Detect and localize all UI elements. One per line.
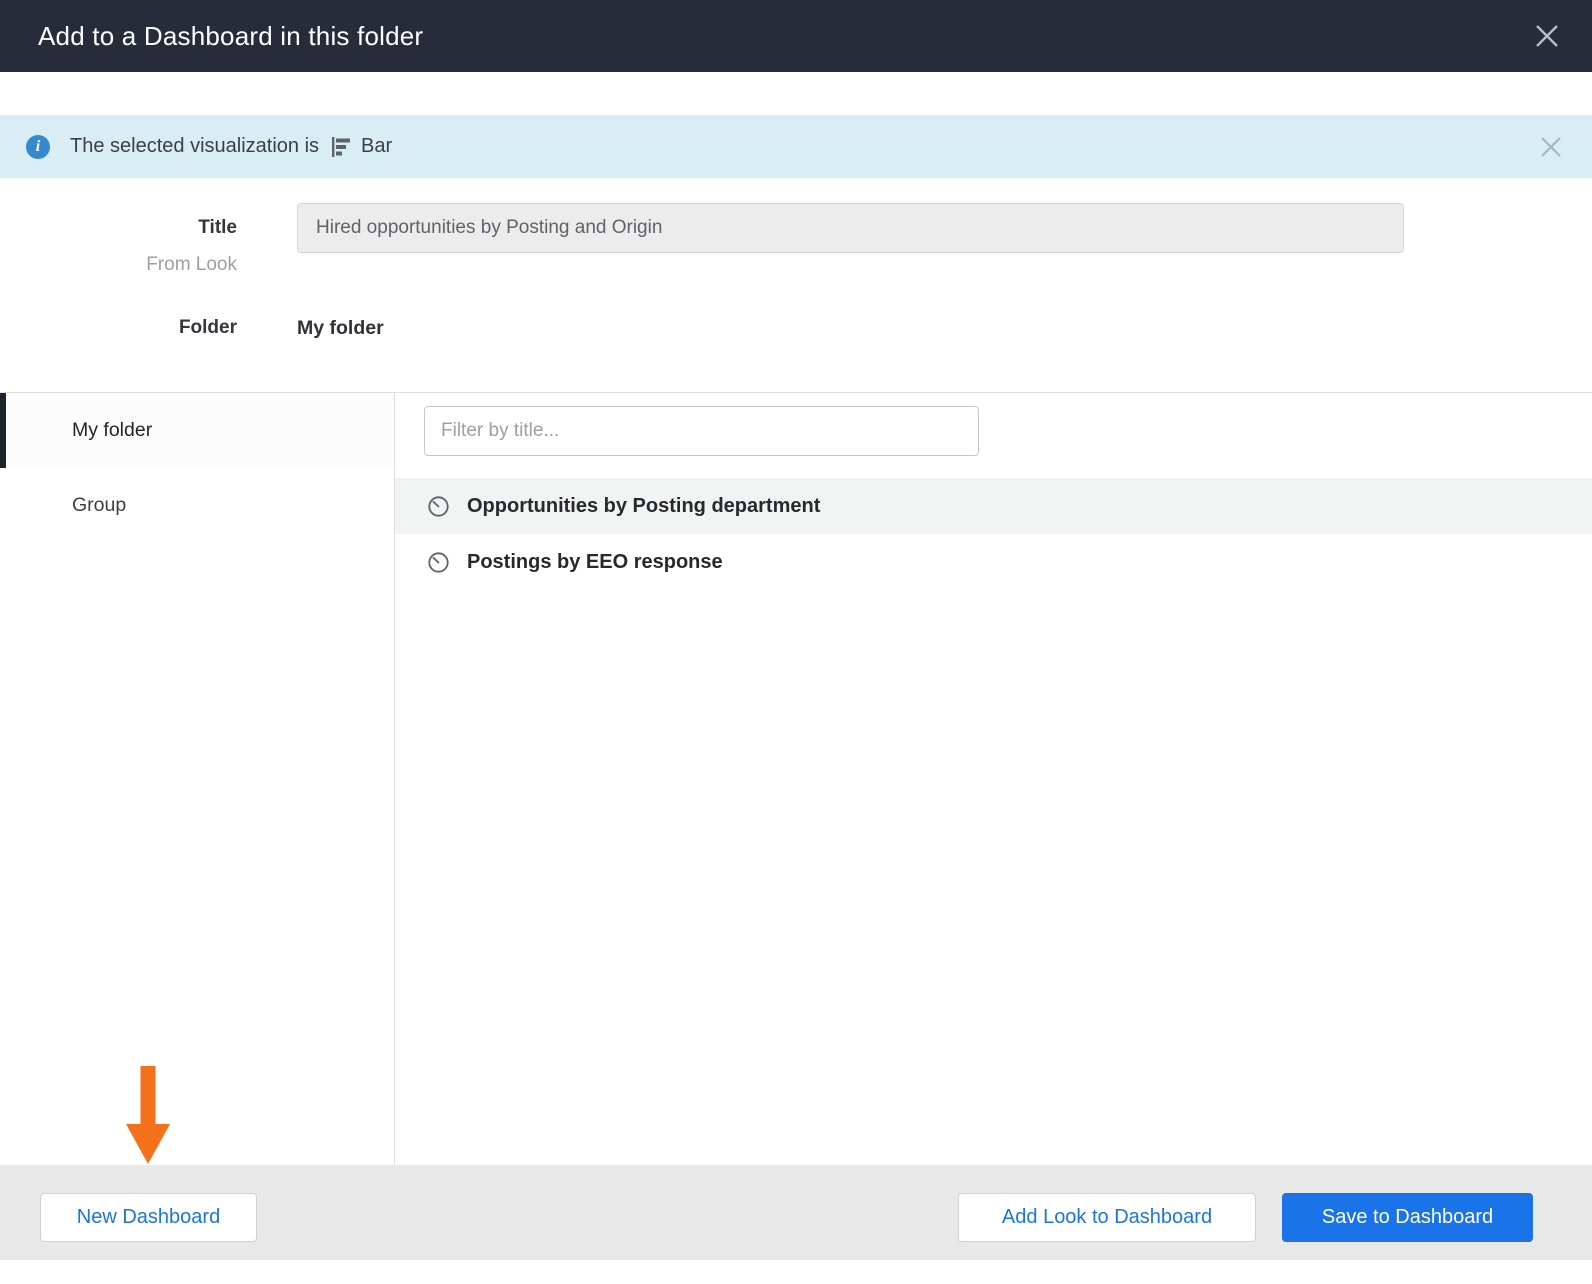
gauge-dashboard-icon [427, 551, 450, 574]
modal-header: Add to a Dashboard in this folder [0, 0, 1592, 72]
folder-sidebar: My folder Group [0, 393, 395, 1165]
modal-close-button[interactable] [1532, 21, 1562, 51]
filter-by-title-input[interactable] [424, 406, 979, 456]
dashboard-list-item[interactable]: Postings by EEO response [395, 534, 1592, 590]
viz-name: Bar [361, 135, 393, 157]
dashboard-list: Opportunities by Posting department Post… [395, 478, 1592, 590]
add-look-to-dashboard-button[interactable]: Add Look to Dashboard [958, 1193, 1256, 1242]
close-icon [1541, 137, 1561, 157]
save-to-dashboard-button[interactable]: Save to Dashboard [1282, 1193, 1533, 1242]
info-icon: i [26, 134, 50, 159]
info-banner: i The selected visualization is Bar [0, 115, 1592, 178]
sidebar-item-label: Group [72, 494, 127, 516]
banner-text-prefix: The selected visualization is [70, 135, 320, 157]
new-dashboard-button[interactable]: New Dashboard [40, 1193, 257, 1242]
sidebar-item-group[interactable]: Group [0, 468, 394, 543]
banner-text: The selected visualization is Bar [70, 135, 392, 159]
dashboard-list-item[interactable]: Opportunities by Posting department [395, 478, 1592, 534]
modal-footer: New Dashboard Add Look to Dashboard Save… [0, 1165, 1592, 1260]
dashboard-name: Opportunities by Posting department [467, 494, 821, 517]
dashboard-picker: Opportunities by Posting department Post… [395, 393, 1592, 1165]
title-input[interactable] [297, 203, 1404, 253]
modal-title: Add to a Dashboard in this folder [38, 20, 424, 51]
banner-close-button[interactable] [1538, 134, 1564, 160]
bar-chart-icon [329, 135, 353, 159]
folder-label: Folder [178, 317, 237, 338]
sidebar-item-label: My folder [72, 419, 153, 441]
form-area: Title From Look Folder My folder [0, 178, 1592, 392]
folder-label-group: Folder [0, 314, 237, 342]
folder-browser: My folder Group Opportunities by Posting… [0, 392, 1592, 1165]
close-icon [1536, 25, 1558, 47]
dashboard-name: Postings by EEO response [467, 550, 723, 573]
add-to-dashboard-modal: Add to a Dashboard in this folder i The … [0, 0, 1592, 1284]
folder-value: My folder [297, 317, 384, 339]
gauge-dashboard-icon [427, 495, 450, 518]
title-label: Title [198, 217, 237, 238]
from-look-label: From Look [146, 254, 237, 275]
title-label-group: Title From Look [0, 203, 237, 278]
sidebar-item-my-folder[interactable]: My folder [0, 393, 394, 468]
